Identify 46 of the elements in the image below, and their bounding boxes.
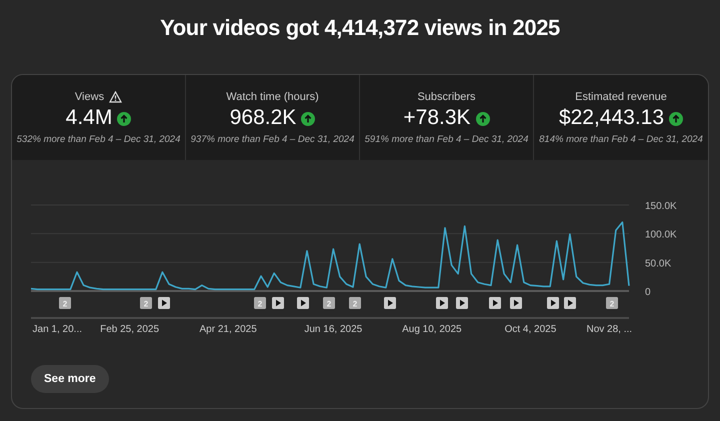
- metric-tab[interactable]: Watch time (hours) 968.2K 937% more than Feb 4 – Dec 31, 2024: [186, 75, 360, 160]
- axis-label: Apr 21, 2025: [200, 324, 257, 335]
- metric-tab[interactable]: Subscribers +78.3K 591% more than Feb 4 – Dec 31, 2024: [360, 75, 534, 160]
- count-badge[interactable]: 2: [606, 297, 618, 309]
- metric-value: 4.4M: [66, 106, 112, 130]
- axis-label: Aug 10, 2025: [402, 324, 462, 335]
- count-badge[interactable]: 2: [59, 297, 71, 309]
- metric-label: Estimated revenue: [575, 91, 667, 103]
- axis-label: Jun 16, 2025: [304, 324, 362, 335]
- warning-icon[interactable]: [109, 91, 122, 103]
- video-marker-icon[interactable]: [297, 297, 309, 309]
- axis-label: 50.0K: [645, 258, 672, 270]
- video-marker-icon[interactable]: [456, 297, 468, 309]
- comparison-text: 591% more than Feb 4 – Dec 31, 2024: [364, 134, 528, 145]
- video-marker-icon[interactable]: [158, 297, 170, 309]
- comparison-text: 937% more than Feb 4 – Dec 31, 2024: [190, 134, 354, 145]
- metric-label: Subscribers: [417, 91, 476, 103]
- count-badge[interactable]: 2: [140, 297, 152, 309]
- axis-label: Feb 25, 2025: [100, 324, 160, 335]
- axis-label: 0: [645, 287, 651, 298]
- video-marker-icon[interactable]: [489, 297, 501, 309]
- video-marker-icon[interactable]: [272, 297, 284, 309]
- see-more-button[interactable]: See more: [31, 365, 109, 393]
- video-marker-icon[interactable]: [510, 297, 522, 309]
- axis-label: Oct 4, 2025: [504, 324, 556, 335]
- metric-value: 968.2K: [230, 106, 296, 130]
- axis-label: Nov 28, ...: [586, 324, 632, 335]
- metric-label: Views: [74, 91, 104, 103]
- axis-label: 150.0K: [645, 201, 677, 212]
- video-marker-icon[interactable]: [436, 297, 448, 309]
- page-headline: Your videos got 4,414,372 views in 2025: [160, 15, 560, 41]
- count-badge[interactable]: 2: [349, 297, 361, 309]
- count-badge[interactable]: 2: [254, 297, 266, 309]
- axis-label: 100.0K: [645, 230, 677, 241]
- metric-value: +78.3K: [403, 106, 471, 130]
- metric-label: Watch time (hours): [226, 91, 319, 103]
- video-marker-icon[interactable]: [384, 297, 396, 309]
- count-badge[interactable]: 2: [323, 297, 335, 309]
- comparison-text: 814% more than Feb 4 – Dec 31, 2024: [539, 134, 703, 145]
- metric-tab[interactable]: Views 4.4M 532% more than Feb 4 – Dec 31, 2024: [12, 75, 186, 160]
- metric-tab[interactable]: Estimated revenue $22,443.13 814% more than Feb 4 – Dec 31, 2024: [534, 75, 708, 160]
- video-marker-icon[interactable]: [564, 297, 576, 309]
- metric-value: $22,443.13: [558, 106, 664, 130]
- axis-label: Jan 1, 20...: [32, 324, 82, 335]
- comparison-text: 532% more than Feb 4 – Dec 31, 2024: [16, 134, 180, 145]
- video-marker-icon[interactable]: [547, 297, 559, 309]
